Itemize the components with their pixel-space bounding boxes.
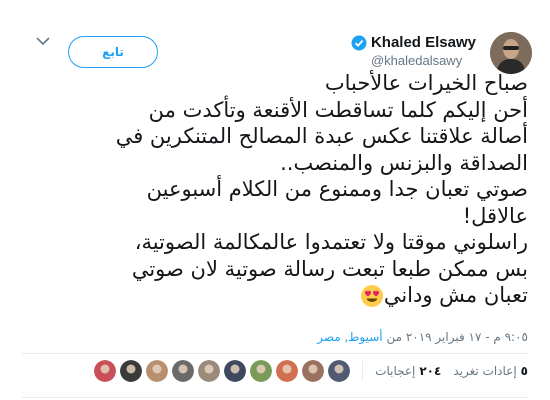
tweet-line: أحن إليكم كلما تساقطت الأقنعة وتأكدت من xyxy=(148,97,528,122)
likes-label: إعجابات xyxy=(375,364,416,378)
likes-count: ٢٠٤ xyxy=(419,364,442,378)
divider xyxy=(22,353,528,354)
user-info[interactable]: Khaled Elsawy @khaledalsawy xyxy=(351,34,476,68)
liker-avatar[interactable] xyxy=(198,360,221,382)
chevron-down-icon[interactable] xyxy=(36,36,50,46)
tweet-line: تعبان مش وداني xyxy=(383,283,528,307)
tweet-line: الصداقة والبزنس والمنصب.. xyxy=(280,150,528,175)
liker-avatar[interactable] xyxy=(224,360,247,382)
tweet-line: عالاقل! xyxy=(462,203,528,228)
liker-avatar[interactable] xyxy=(302,360,325,382)
divider xyxy=(22,397,528,398)
liker-avatar[interactable] xyxy=(172,360,195,382)
tweet-line: صوتي تعبان جدا وممنوع من الكلام أسبوعين xyxy=(146,177,528,201)
liker-avatar[interactable] xyxy=(276,360,299,382)
liker-avatar[interactable] xyxy=(146,360,169,382)
tweet-line-last: تعبان مش وداني xyxy=(48,282,528,309)
tweet-line: صباح الخيرات عالأحباب xyxy=(324,71,528,95)
avatar[interactable] xyxy=(490,32,532,74)
tweet-meta: ٩:٠٥ م - ١٧ فبراير ٢٠١٩ من أسيوط, مصر xyxy=(317,330,528,344)
display-name[interactable]: Khaled Elsawy xyxy=(371,34,476,51)
tweet-header: تابع Khaled Elsawy @khaledalsawy xyxy=(0,12,550,74)
tweet-line: بس ممكن طبعا تبعت رسالة صوتية لان صوتي xyxy=(131,256,528,281)
tweet-location[interactable]: أسيوط, مصر xyxy=(317,330,382,344)
heart-eyes-emoji-icon xyxy=(360,285,383,307)
tweet-stats: ٥ إعادات تغريد ٢٠٤ إعجابات xyxy=(94,360,528,382)
liker-avatar[interactable] xyxy=(328,360,351,382)
liker-avatar[interactable] xyxy=(120,360,143,382)
retweets-label: إعادات تغريد xyxy=(453,364,517,378)
follow-button[interactable]: تابع xyxy=(68,36,158,68)
stats-separator xyxy=(362,361,364,381)
likes-stat[interactable]: ٢٠٤ إعجابات xyxy=(375,364,441,378)
liker-avatar[interactable] xyxy=(94,360,117,382)
retweets-count: ٥ xyxy=(520,364,528,378)
tweet-text: صباح الخيرات عالأحباب أحن إليكم كلما تسا… xyxy=(48,70,528,309)
tweet-line: راسلوني موقتا ولا تعتمدوا عالمكالمة الصو… xyxy=(134,230,528,254)
tweet-timestamp[interactable]: ٩:٠٥ م - ١٧ فبراير ٢٠١٩ من xyxy=(386,330,528,344)
liker-avatar[interactable] xyxy=(250,360,273,382)
liker-avatars xyxy=(94,360,351,382)
user-handle[interactable]: @khaledalsawy xyxy=(351,53,476,68)
verified-badge-icon xyxy=(351,35,367,50)
retweets-stat[interactable]: ٥ إعادات تغريد xyxy=(453,364,528,378)
tweet-line: أصالة علاقتنا عكس عبدة المصالح المتنكرين… xyxy=(115,124,528,148)
